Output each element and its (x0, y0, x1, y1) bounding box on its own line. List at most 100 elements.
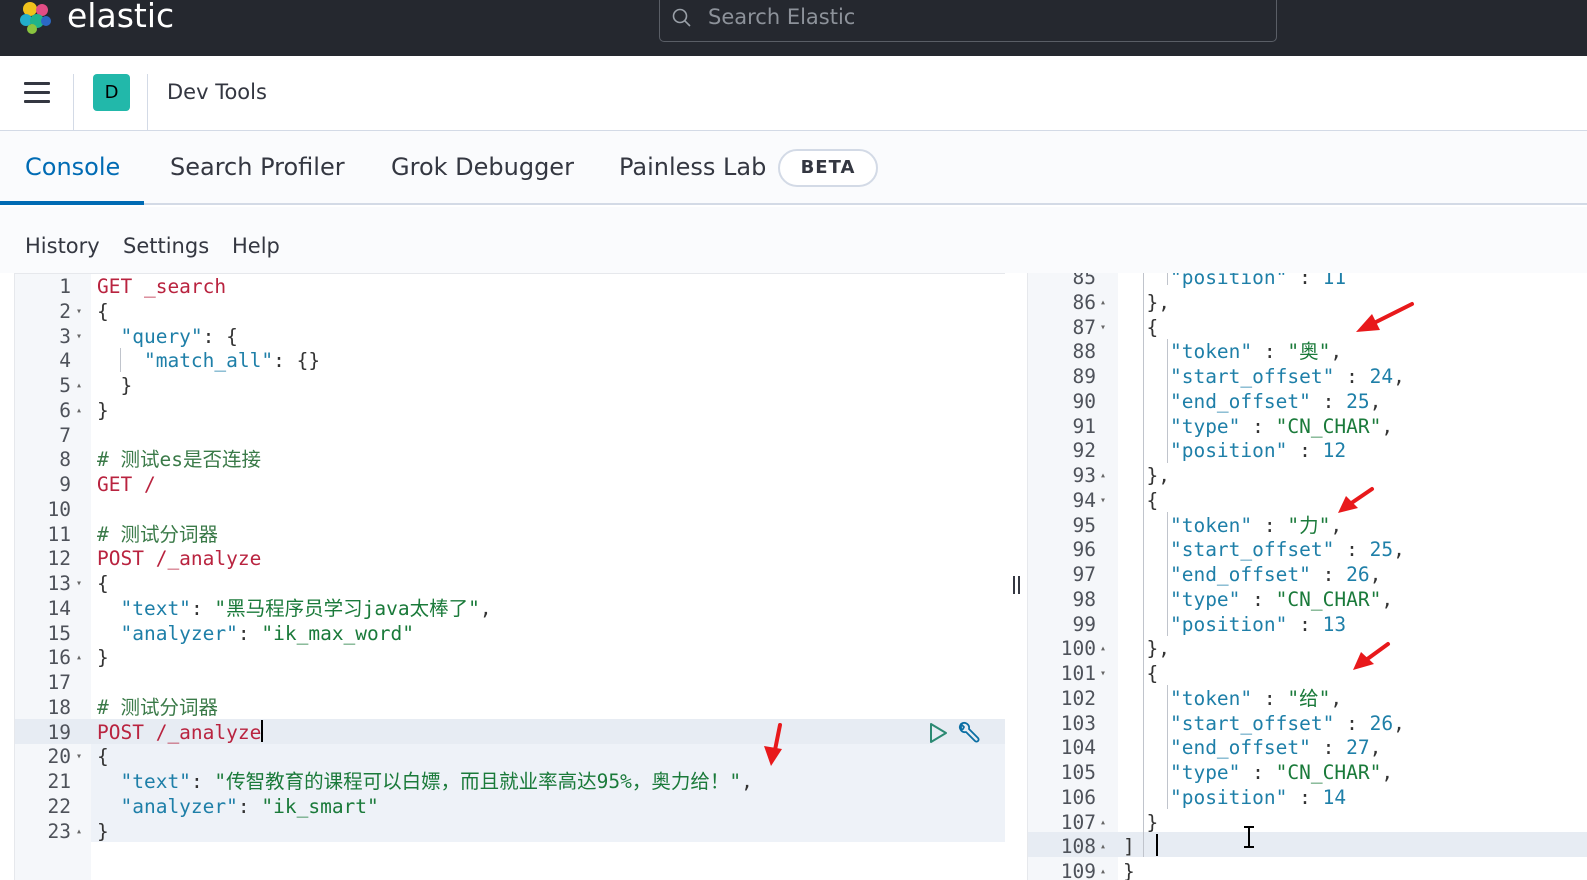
response-code-line[interactable]: 89 "start_offset" : 24, (1028, 365, 1587, 390)
request-code-line[interactable]: 19 POST /_analyze (15, 721, 1005, 746)
request-code-line[interactable]: 17 (15, 671, 1005, 696)
fold-expand-icon[interactable]: ▴ (76, 374, 82, 399)
top-bar: elastic (0, 0, 1587, 56)
fold-collapse-icon[interactable]: ▾ (1100, 489, 1106, 514)
elastic-logo-icon[interactable] (18, 0, 54, 36)
line-number: 102 (1060, 686, 1096, 710)
line-number: 89 (1072, 365, 1096, 388)
settings-link[interactable]: Settings (123, 234, 209, 258)
code-text: GET _search (97, 275, 227, 298)
response-code-line[interactable]: 86 ▴ }, (1028, 291, 1587, 316)
response-code-line[interactable]: 88 "token" : "奥", (1028, 340, 1587, 365)
wrench-icon[interactable] (955, 720, 983, 748)
response-code-line[interactable]: 97 "end_offset" : 26, (1028, 563, 1587, 588)
request-code-line[interactable]: 10 (15, 498, 1005, 523)
play-icon[interactable] (927, 721, 949, 745)
request-code-line[interactable]: 14 "text": "黑马程序员学习java太棒了", (15, 597, 1005, 622)
search-input[interactable] (708, 3, 1248, 31)
response-code-line[interactable]: 107 ▴ } (1028, 811, 1587, 836)
request-code-line[interactable]: 11 # 测试分词器 (15, 523, 1005, 548)
text-caret (1156, 834, 1158, 856)
request-code-line[interactable]: 13 ▾ { (15, 572, 1005, 597)
response-code-line[interactable]: 100 ▴ }, (1028, 637, 1587, 662)
response-code-line[interactable]: 94 ▾ { (1028, 489, 1587, 514)
response-code-line[interactable]: 101 ▾ { (1028, 662, 1587, 687)
response-code-line[interactable]: 90 "end_offset" : 25, (1028, 390, 1587, 415)
fold-collapse-icon[interactable]: ▾ (1100, 662, 1106, 687)
fold-collapse-icon[interactable]: ▾ (76, 745, 82, 770)
fold-expand-icon[interactable]: ▴ (76, 820, 82, 845)
response-code-line[interactable]: 104 "end_offset" : 27, (1028, 736, 1587, 761)
response-code-line[interactable]: 105 "type" : "CN_CHAR", (1028, 761, 1587, 786)
line-number: 86 (1072, 290, 1096, 314)
fold-collapse-icon[interactable]: ▾ (76, 572, 82, 597)
fold-expand-icon[interactable]: ▴ (1100, 464, 1106, 489)
fold-collapse-icon[interactable]: ▾ (76, 300, 82, 325)
fold-expand-icon[interactable]: ▴ (1100, 291, 1106, 316)
code-text: } (1123, 860, 1135, 880)
space-avatar[interactable]: D (93, 74, 130, 111)
annotation-arrow-icon (764, 723, 782, 766)
response-code-line[interactable]: 96 "start_offset" : 25, (1028, 538, 1587, 563)
request-code-line[interactable]: 9 GET / (15, 473, 1005, 498)
resize-handle-icon[interactable] (1012, 576, 1022, 594)
response-editor[interactable]: 85 "position" : 11 86 ▴ }, 87 ▾ {88 "token" … (1027, 273, 1587, 880)
tab-painless-lab[interactable]: Painless Lab (619, 153, 766, 181)
request-code-line[interactable]: 7 (15, 424, 1005, 449)
fold-expand-icon[interactable]: ▴ (1100, 637, 1106, 662)
response-code-line[interactable]: 93 ▴ }, (1028, 464, 1587, 489)
code-text: "position" : 12 (1169, 439, 1347, 463)
code-text: "type" : "CN_CHAR", (1169, 761, 1394, 784)
tab-search-profiler[interactable]: Search Profiler (170, 153, 345, 181)
fold-expand-icon[interactable]: ▴ (1100, 811, 1106, 836)
request-code-line[interactable]: 6 ▴} (15, 399, 1005, 424)
code-text: "start_offset" : 25, (1169, 538, 1405, 562)
response-code-line[interactable]: 103 "start_offset" : 26, (1028, 712, 1587, 737)
request-code-line[interactable]: 23 ▴} (15, 820, 1005, 845)
fold-collapse-icon[interactable]: ▾ (76, 325, 82, 350)
page-title[interactable]: Dev Tools (167, 80, 267, 104)
code-text: } (97, 374, 133, 397)
tab-grok-debugger[interactable]: Grok Debugger (391, 153, 574, 181)
response-code-line[interactable]: 92 "position" : 12 (1028, 439, 1587, 464)
fold-expand-icon[interactable]: ▴ (76, 399, 82, 424)
request-code-line[interactable]: 8 # 测试es是否连接 (15, 448, 1005, 473)
response-code-line[interactable]: 91 "type" : "CN_CHAR", (1028, 415, 1587, 440)
code-text: # 测试es是否连接 (97, 448, 261, 472)
fold-collapse-icon[interactable]: ▾ (1100, 316, 1106, 341)
request-code-line[interactable]: 22 "analyzer": "ik_smart" (15, 795, 1005, 820)
request-code-line[interactable]: 18 # 测试分词器 (15, 696, 1005, 721)
code-text: # 测试分词器 (97, 695, 218, 719)
tab-console[interactable]: Console (25, 153, 120, 181)
fold-expand-icon[interactable]: ▴ (1100, 860, 1106, 880)
code-text: "start_offset" : 26, (1169, 711, 1405, 735)
global-search[interactable] (659, 0, 1277, 42)
request-code-line[interactable]: 15 "analyzer": "ik_max_word" (15, 622, 1005, 647)
line-number: 22 (47, 794, 71, 818)
request-editor[interactable]: 1 GET _search 2 ▾{3 ▾ "query": {4 "match_all… (14, 273, 1005, 880)
fold-expand-icon[interactable]: ▴ (76, 646, 82, 671)
response-code-line[interactable]: 109 ▴} (1028, 860, 1587, 880)
request-code-line[interactable]: 12 POST /_analyze (15, 547, 1005, 572)
response-code-line[interactable]: 108 ▴] (1028, 835, 1587, 860)
request-code-line[interactable]: 5 ▴ } (15, 374, 1005, 399)
request-code-line[interactable]: 3 ▾ "query": { (15, 325, 1005, 350)
response-code-line[interactable]: 99 "position" : 13 (1028, 613, 1587, 638)
response-code-line[interactable]: 87 ▾ { (1028, 316, 1587, 341)
response-code-line[interactable]: 95 "token" : "力", (1028, 514, 1587, 539)
help-link[interactable]: Help (232, 234, 280, 258)
request-code-line[interactable]: 1 GET _search (15, 275, 1005, 300)
history-link[interactable]: History (25, 234, 100, 258)
request-code-line[interactable]: 20 ▾ { (15, 745, 1005, 770)
response-code-line[interactable]: 98 "type" : "CN_CHAR", (1028, 588, 1587, 613)
request-code-line[interactable]: 2 ▾ { (15, 300, 1005, 325)
request-code-line[interactable]: 21 "text": "传智教育的课程可以白嫖，而且就业率高达95%，奥力给！"… (15, 770, 1005, 795)
fold-expand-icon[interactable]: ▴ (1100, 835, 1106, 860)
response-code-line[interactable]: 85 "position" : 11 (1028, 273, 1587, 291)
hamburger-menu-icon[interactable] (24, 82, 50, 104)
request-code-line[interactable]: 4 "match_all": {} (15, 349, 1005, 374)
response-code-line[interactable]: 106 "position" : 14 (1028, 786, 1587, 811)
response-code-line[interactable]: 102 "token" : "给", (1028, 687, 1587, 712)
dev-tools-app: elastic D Dev Tools Console Search Profi… (0, 0, 1587, 880)
request-code-line[interactable]: 16 ▴} (15, 646, 1005, 671)
